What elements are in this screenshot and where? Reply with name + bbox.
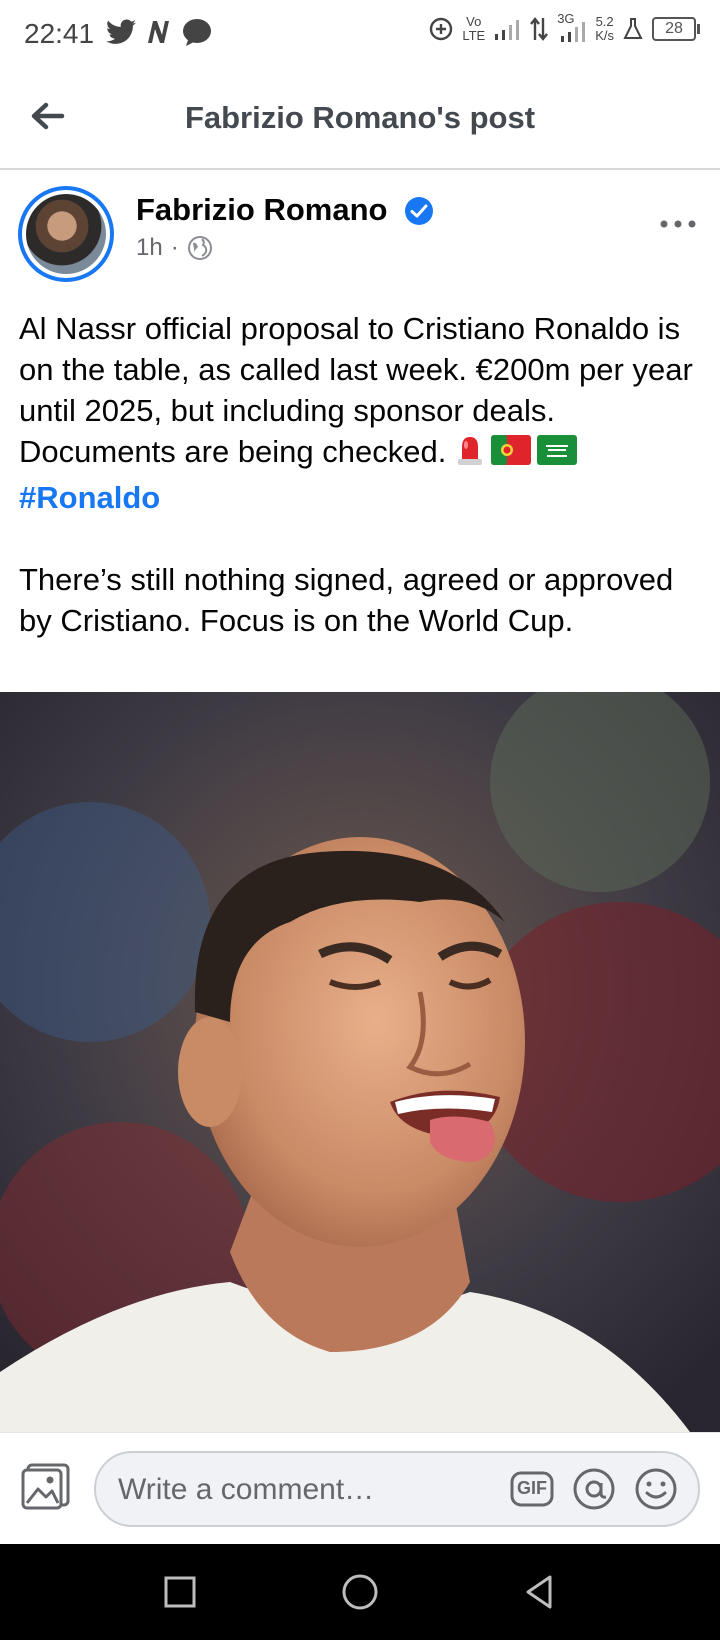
data-saver-icon <box>430 17 453 41</box>
volte-label: Vo LTE <box>462 14 486 43</box>
net-speed: 5.2 K/s <box>595 14 614 43</box>
hashtag-link[interactable]: #Ronaldo <box>19 480 160 515</box>
saudi-flag-emoji <box>536 434 577 475</box>
portugal-flag-emoji <box>490 434 531 475</box>
verified-badge-icon <box>405 197 433 225</box>
page-title: Fabrizio Romano's post <box>184 100 536 135</box>
post-text: Al Nassr official proposal to Cristiano … <box>19 308 703 641</box>
gif-icon[interactable]: GIF <box>510 1469 554 1509</box>
messenger-icon <box>183 19 211 46</box>
system-nav-bar <box>0 1544 720 1640</box>
system-icons: Vo LTE 3G 5.2 K/s 28 <box>428 12 700 44</box>
meta-separator: · <box>170 234 179 261</box>
avatar[interactable] <box>26 194 106 274</box>
at-icon[interactable] <box>572 1467 616 1511</box>
gif-label: GIF <box>517 1478 547 1498</box>
siren-emoji <box>455 431 485 477</box>
lab-icon <box>623 18 643 39</box>
globe-icon <box>187 236 212 260</box>
photo-icon[interactable] <box>20 1461 72 1513</box>
home-icon[interactable] <box>340 1572 380 1612</box>
smile-icon[interactable] <box>634 1467 678 1511</box>
author-name[interactable]: Fabrizio Romano <box>136 192 387 228</box>
author-avatar-ring[interactable] <box>18 186 114 282</box>
post-photo[interactable] <box>0 692 720 1432</box>
more-dots-icon[interactable] <box>658 214 698 234</box>
comment-input[interactable]: Write a comment… GIF <box>94 1451 700 1527</box>
status-time: 22:41 <box>24 18 95 49</box>
comment-bar: Write a comment… GIF <box>0 1432 720 1545</box>
signal2-icon: 3G <box>557 12 587 44</box>
notification-icons <box>106 18 212 46</box>
recents-icon[interactable] <box>160 1572 200 1612</box>
n-app-icon <box>148 21 169 43</box>
twitter-icon <box>106 19 136 44</box>
back-icon[interactable] <box>520 1572 560 1612</box>
comment-placeholder: Write a comment… <box>118 1473 375 1506</box>
post-text-part1: Al Nassr official proposal to Cristiano … <box>19 311 702 470</box>
post-time[interactable]: 1h <box>136 234 163 262</box>
post-text-part2: There’s still nothing signed, agreed or … <box>19 562 682 638</box>
page-header: Fabrizio Romano's post <box>0 72 720 170</box>
battery-icon: 28 <box>652 17 700 41</box>
signal-icon <box>495 20 520 40</box>
post-meta: 1h · <box>136 234 213 262</box>
status-bar: 22:41 Vo LTE 3G 5.2 K/s 28 <box>0 0 720 72</box>
photo-illustration <box>0 692 720 1432</box>
data-arrows-icon <box>530 17 549 41</box>
